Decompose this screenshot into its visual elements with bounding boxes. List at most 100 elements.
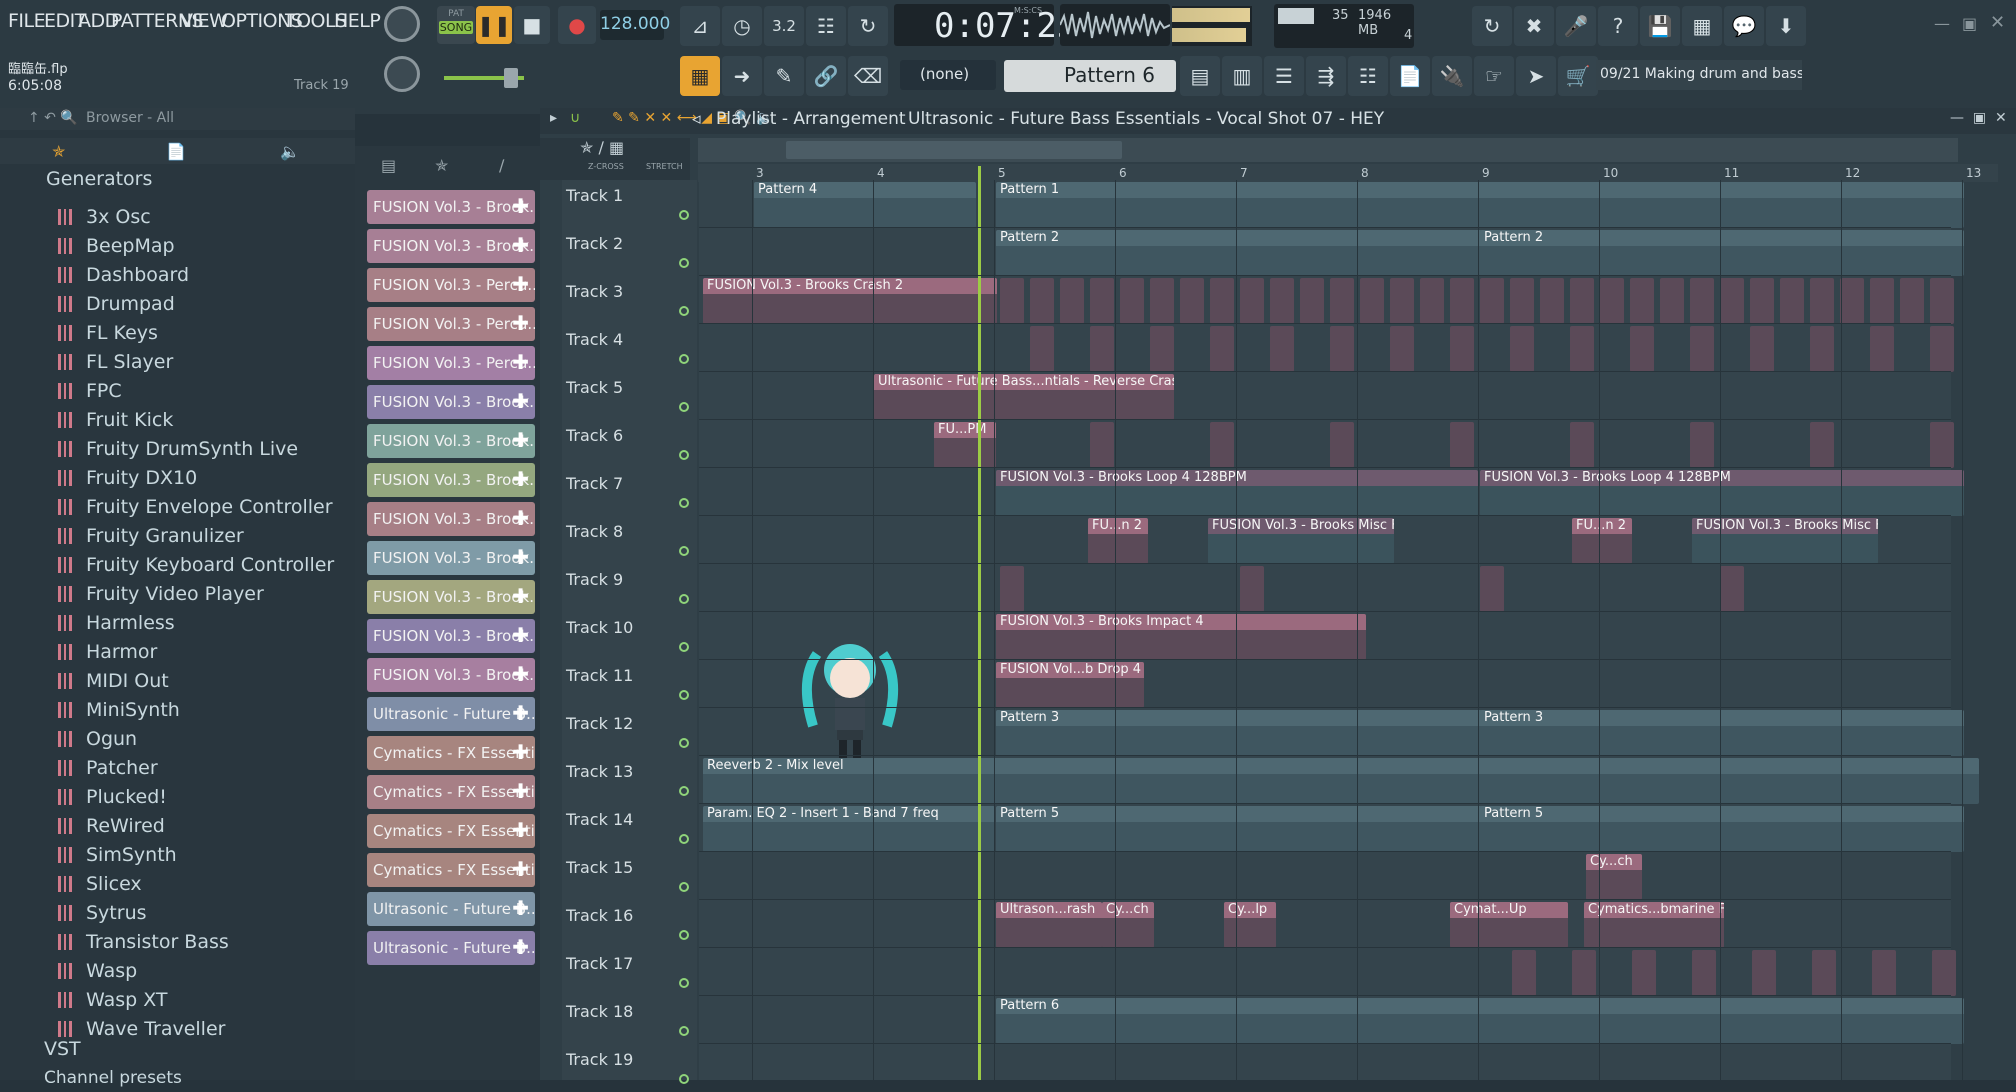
channel-item[interactable]: FUSION Vol.3 - Brook... ✚: [367, 541, 535, 575]
drum-hit-clip[interactable]: [1270, 326, 1294, 372]
drum-hit-clip[interactable]: [1600, 278, 1624, 324]
pat-song-toggle[interactable]: PAT SONG: [437, 6, 475, 44]
channel-item[interactable]: FUSION Vol.3 - Brook... ✚: [367, 658, 535, 692]
track-name[interactable]: Track 17: [566, 954, 633, 973]
add-icon[interactable]: ✚: [512, 857, 529, 881]
add-icon[interactable]: ✚: [512, 350, 529, 374]
drum-hit-clip[interactable]: [1750, 278, 1774, 324]
save-button[interactable]: 💾: [1640, 6, 1680, 46]
drum-hit-clip[interactable]: [1300, 278, 1324, 324]
menu-file[interactable]: FILE: [8, 10, 46, 32]
stretch-icon[interactable]: ✯ ∕ ▦: [580, 138, 624, 157]
browser-item-midi-out[interactable]: MIDI Out: [58, 670, 169, 692]
add-icon[interactable]: ✚: [512, 272, 529, 296]
drum-hit-clip[interactable]: [1480, 566, 1504, 612]
playlist-clip[interactable]: Pattern 2: [996, 230, 1482, 276]
channel-item[interactable]: Ultrasonic - Future B... ✚: [367, 697, 535, 731]
drum-hit-clip[interactable]: [1000, 566, 1024, 612]
vst-folder[interactable]: VST: [44, 1038, 81, 1060]
playlist-clip[interactable]: Pattern 3: [996, 710, 1482, 756]
cpu-memory-monitor[interactable]: 35 1946 MB 4: [1274, 4, 1414, 48]
drum-hit-clip[interactable]: [1210, 326, 1234, 372]
track-name[interactable]: Track 9: [566, 570, 623, 589]
track-mute-icon[interactable]: [679, 402, 689, 412]
browser-item-sytrus[interactable]: Sytrus: [58, 902, 147, 924]
add-icon[interactable]: ✚: [512, 389, 529, 413]
drum-hit-clip[interactable]: [1450, 326, 1474, 372]
channel-item[interactable]: FUSION Vol.3 - Brook... ✚: [367, 385, 535, 419]
browser-item-simsynth[interactable]: SimSynth: [58, 844, 177, 866]
browser-item-harmless[interactable]: Harmless: [58, 612, 175, 634]
project-info-button[interactable]: 📄: [1390, 56, 1430, 96]
playlist-clip[interactable]: Pattern 4: [754, 182, 976, 228]
help-button[interactable]: ?: [1598, 6, 1638, 46]
drum-hit-clip[interactable]: [1210, 278, 1234, 324]
browser-item-fruity-drumsynth-live[interactable]: Fruity DrumSynth Live: [58, 438, 298, 460]
slider-handle[interactable]: [504, 68, 518, 88]
drum-hit-clip[interactable]: [1630, 326, 1654, 372]
track-name[interactable]: Track 18: [566, 1002, 633, 1021]
drum-hit-clip[interactable]: [1690, 422, 1714, 468]
drum-hit-clip[interactable]: [1420, 278, 1444, 324]
track-name[interactable]: Track 7: [566, 474, 623, 493]
drum-hit-clip[interactable]: [1692, 950, 1716, 996]
track-mute-icon[interactable]: [679, 786, 689, 796]
track-name[interactable]: Track 2: [566, 234, 623, 253]
speaker-icon[interactable]: 🔈: [280, 142, 300, 161]
drum-hit-clip[interactable]: [1180, 278, 1204, 324]
drum-hit-clip[interactable]: [1390, 278, 1414, 324]
browser-item-fl-slayer[interactable]: FL Slayer: [58, 351, 173, 373]
channel-item[interactable]: Cymatics - FX Essenti... ✚: [367, 736, 535, 770]
drum-hit-clip[interactable]: [1512, 950, 1536, 996]
track-mute-icon[interactable]: [679, 258, 689, 268]
add-icon[interactable]: ✚: [512, 506, 529, 530]
link-button[interactable]: 🔗: [806, 56, 846, 96]
magnet-icon[interactable]: ∪: [570, 110, 580, 126]
drum-hit-clip[interactable]: [1932, 950, 1956, 996]
pause-button[interactable]: ❚❚: [476, 6, 512, 44]
mixer-button[interactable]: ▤: [1180, 56, 1220, 96]
playhead[interactable]: [978, 166, 981, 1080]
playlist-clip[interactable]: Ultrasonic - Future Bass...ntials - Reve…: [874, 374, 1174, 420]
track-name[interactable]: Track 14: [566, 810, 633, 829]
drum-hit-clip[interactable]: [1632, 950, 1656, 996]
drum-hit-clip[interactable]: [1750, 326, 1774, 372]
playlist-clip[interactable]: Pattern 5: [996, 806, 1482, 852]
browser-item-slicex[interactable]: Slicex: [58, 873, 142, 895]
drum-hit-clip[interactable]: [1810, 278, 1834, 324]
drum-hit-clip[interactable]: [1570, 422, 1594, 468]
playlist-scrollbar[interactable]: [698, 138, 1958, 162]
drum-hit-clip[interactable]: [1720, 278, 1744, 324]
drum-hit-clip[interactable]: [1450, 422, 1474, 468]
track-name[interactable]: Track 4: [566, 330, 623, 349]
browser-item-plucked-[interactable]: Plucked!: [58, 786, 167, 808]
add-icon[interactable]: ✚: [512, 545, 529, 569]
drum-hit-clip[interactable]: [1930, 326, 1954, 372]
add-icon[interactable]: ✚: [512, 623, 529, 647]
channel-item[interactable]: FUSION Vol.3 - Brook... ✚: [367, 190, 535, 224]
add-icon[interactable]: ✚: [512, 311, 529, 335]
drum-hit-clip[interactable]: [1060, 278, 1084, 324]
drum-hit-clip[interactable]: [1872, 950, 1896, 996]
browser-item-fruity-envelope-controller[interactable]: Fruity Envelope Controller: [58, 496, 333, 518]
track-name[interactable]: Track 8: [566, 522, 623, 541]
drum-hit-clip[interactable]: [1930, 278, 1954, 324]
browser-item-fruit-kick[interactable]: Fruit Kick: [58, 409, 173, 431]
track-name[interactable]: Track 19: [566, 1050, 633, 1069]
playlist-clip[interactable]: Reeverb 2 - Mix level: [703, 758, 1979, 804]
playlist-clip[interactable]: Cymat...Up: [1450, 902, 1568, 948]
channel-item[interactable]: Cymatics - FX Essenti... ✚: [367, 814, 535, 848]
playlist-clip[interactable]: Param. EQ 2 - Insert 1 - Band 7 freq: [703, 806, 995, 852]
add-icon[interactable]: ✚: [512, 896, 529, 920]
add-icon[interactable]: ✚: [512, 428, 529, 452]
add-icon[interactable]: ✚: [512, 662, 529, 686]
touch-button[interactable]: ☞: [1474, 56, 1514, 96]
playlist-clip[interactable]: FUSION Vol.3 - Brooks Crash 2: [703, 278, 997, 324]
browser-item-rewired[interactable]: ReWired: [58, 815, 165, 837]
drum-hit-clip[interactable]: [1030, 326, 1054, 372]
generators-folder[interactable]: Generators: [46, 168, 152, 190]
stop-button[interactable]: ■: [514, 6, 550, 44]
arrow-tool-button[interactable]: ➜: [722, 56, 762, 96]
browser-item-minisynth[interactable]: MiniSynth: [58, 699, 180, 721]
drum-hit-clip[interactable]: [1000, 278, 1024, 324]
